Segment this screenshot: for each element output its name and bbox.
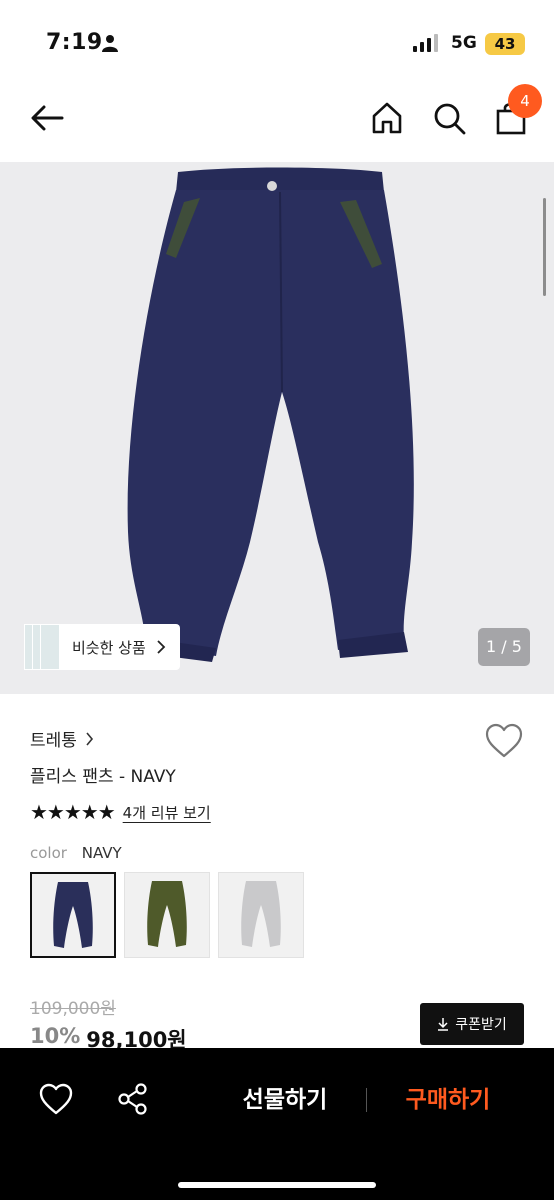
- person-icon: [102, 35, 118, 52]
- color-value: NAVY: [81, 844, 122, 862]
- heart-icon[interactable]: [38, 1082, 74, 1116]
- similar-products-button[interactable]: 비슷한 상품: [24, 624, 180, 670]
- similar-products-label: 비슷한 상품: [72, 638, 146, 657]
- product-photo: [127, 167, 414, 662]
- brand-name: 트레통: [30, 731, 77, 751]
- rating-row: ★★★★★ 4개 리뷰 보기: [30, 800, 211, 824]
- swatch-navy[interactable]: [30, 872, 116, 958]
- battery-indicator: 43: [485, 33, 525, 55]
- home-icon[interactable]: [367, 98, 407, 138]
- status-time: 7:19: [46, 30, 103, 55]
- swatch-gray[interactable]: [218, 872, 304, 958]
- wishlist-heart-icon[interactable]: [484, 722, 524, 760]
- status-bar: 7:19 5G 43: [0, 0, 554, 80]
- search-icon[interactable]: [429, 98, 469, 138]
- product-image-gallery[interactable]: 비슷한 상품 1 / 5: [0, 162, 554, 694]
- color-row: color NAVY: [30, 844, 122, 862]
- home-indicator: [178, 1182, 376, 1188]
- original-price: 109,000원: [30, 999, 116, 1019]
- similar-thumbnails: [24, 624, 60, 670]
- chevron-right-icon: [86, 731, 93, 746]
- image-scrollbar[interactable]: [543, 198, 546, 296]
- color-key: color: [30, 844, 67, 862]
- divider: [366, 1088, 367, 1112]
- review-link[interactable]: 4개 리뷰 보기: [123, 802, 211, 823]
- bottom-action-bar: 선물하기 구매하기: [0, 1048, 554, 1200]
- back-arrow-icon[interactable]: [28, 98, 68, 138]
- product-name: 플리스 팬츠 - NAVY: [30, 767, 176, 787]
- swatch-olive[interactable]: [124, 872, 210, 958]
- star-rating: ★★★★★: [30, 800, 116, 824]
- signal-icon: [413, 34, 438, 52]
- chevron-right-icon: [157, 640, 166, 654]
- network-label: 5G: [451, 33, 477, 53]
- pants-thumbnail: [241, 881, 281, 947]
- share-icon[interactable]: [116, 1082, 150, 1116]
- download-icon: [438, 1018, 449, 1031]
- cart-count-badge: 4: [508, 84, 542, 118]
- buy-button[interactable]: 구매하기: [392, 1080, 504, 1120]
- similar-products-label-box: 비슷한 상품: [56, 624, 180, 670]
- coupon-button[interactable]: 쿠폰받기: [420, 1003, 524, 1045]
- gift-button[interactable]: 선물하기: [230, 1080, 340, 1120]
- pants-thumbnail: [53, 882, 93, 948]
- coupon-label: 쿠폰받기: [455, 1017, 507, 1033]
- brand-link[interactable]: 트레통: [30, 726, 94, 751]
- color-swatches: [30, 872, 304, 958]
- image-page-counter: 1 / 5: [478, 628, 530, 666]
- pants-thumbnail: [147, 881, 187, 947]
- nav-bar: 4: [0, 80, 554, 162]
